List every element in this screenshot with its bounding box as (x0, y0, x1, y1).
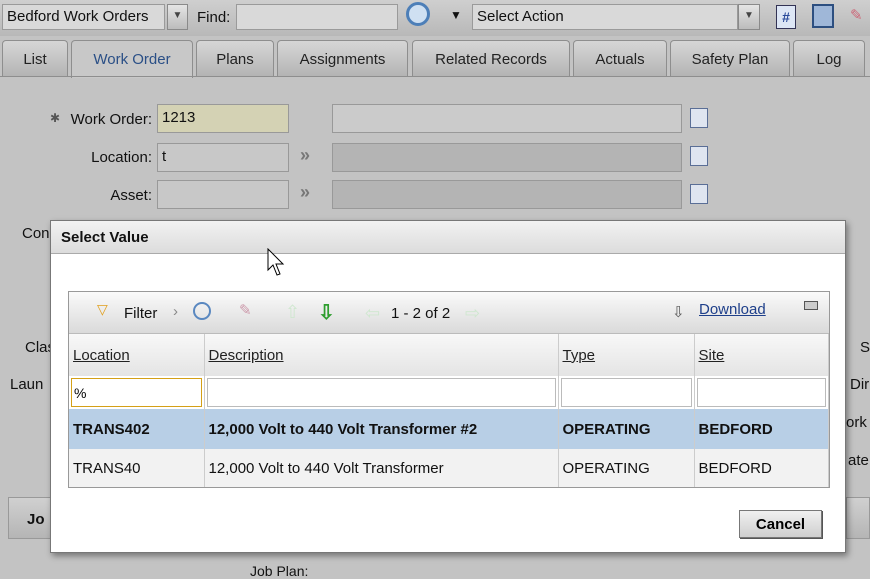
results-table: Location Description Type Site TRANS402 … (69, 334, 829, 487)
long-description-icon[interactable] (690, 108, 708, 128)
mouse-cursor-icon (267, 248, 285, 276)
tab-assignments[interactable]: Assignments (277, 40, 408, 77)
description-filter-input[interactable] (206, 378, 556, 407)
long-description-icon[interactable] (690, 184, 708, 204)
type-filter-input[interactable] (560, 378, 692, 407)
bg-label-fragment: Dir (850, 376, 870, 393)
cancel-button[interactable]: Cancel (739, 510, 822, 538)
tab-log[interactable]: Log (793, 40, 865, 77)
lookup-table: ▽ Filter › ✎ ⇧ ⇩ ⇦ 1 - 2 of 2 ⇨ ⇩ Downlo… (68, 291, 830, 488)
location-description (332, 143, 682, 172)
location-filter-input[interactable] (71, 378, 202, 407)
table-toolbar: ▽ Filter › ✎ ⇧ ⇩ ⇦ 1 - 2 of 2 ⇨ ⇩ Downlo… (69, 292, 829, 334)
tab-safety-plan[interactable]: Safety Plan (670, 40, 790, 77)
action-select[interactable]: Select Action (472, 4, 738, 30)
column-header-location[interactable]: Location (69, 334, 205, 376)
table-row[interactable]: TRANS40 12,000 Volt to 440 Volt Transfor… (69, 449, 829, 487)
search-icon[interactable] (406, 2, 430, 26)
previous-row-arrow-up-icon[interactable]: ⇧ (285, 302, 300, 323)
new-record-icon[interactable]: # (776, 5, 796, 29)
location-detail-chevron-icon[interactable]: » (300, 145, 310, 166)
top-toolbar: Bedford Work Orders ▼ Find: ▼ Select Act… (0, 0, 870, 36)
action-menu-icon[interactable]: ▼ (450, 8, 462, 22)
dialog-title: Select Value (51, 221, 845, 254)
work-order-input[interactable]: 1213 (157, 104, 289, 133)
location-input[interactable]: t (157, 143, 289, 172)
tab-actuals[interactable]: Actuals (573, 40, 667, 77)
find-label: Find: (197, 9, 231, 26)
long-description-icon[interactable] (690, 146, 708, 166)
select-value-dialog: Select Value ▽ Filter › ✎ ⇧ ⇩ ⇦ 1 - 2 of… (50, 220, 846, 553)
asset-description (332, 180, 682, 209)
bg-label-fragment: ork (846, 414, 867, 431)
filter-row (69, 376, 829, 409)
clear-changes-icon[interactable]: ✎ (850, 6, 870, 28)
tab-plans[interactable]: Plans (196, 40, 274, 77)
next-page-icon[interactable]: ⇨ (465, 303, 480, 324)
column-header-site[interactable]: Site (694, 334, 829, 376)
location-label: Location: (91, 149, 152, 166)
type-cell: OPERATING (558, 449, 695, 487)
tab-related-records[interactable]: Related Records (412, 40, 570, 77)
app-select-dropdown[interactable]: ▼ (167, 4, 188, 30)
asset-label: Asset: (110, 187, 152, 204)
download-icon[interactable]: ⇩ (672, 303, 685, 321)
site-cell: BEDFORD (694, 409, 829, 449)
job-plan-label: Job Plan: (250, 563, 309, 579)
minimize-icon[interactable] (804, 301, 818, 310)
description-cell: 12,000 Volt to 440 Volt Transformer (204, 449, 559, 487)
download-link[interactable]: Download (699, 301, 766, 318)
description-cell: 12,000 Volt to 440 Volt Transformer #2 (204, 409, 559, 449)
asset-detail-chevron-icon[interactable]: » (300, 182, 310, 203)
table-row[interactable]: TRANS402 12,000 Volt to 440 Volt Transfo… (69, 409, 829, 449)
bg-label-fragment: ate (848, 452, 869, 469)
column-header-description[interactable]: Description (204, 334, 559, 376)
save-icon[interactable] (812, 4, 834, 28)
table-header-row: Location Description Type Site (69, 334, 829, 376)
filter-button[interactable]: Filter (124, 305, 157, 322)
tab-work-order[interactable]: Work Order (71, 40, 193, 78)
tab-list[interactable]: List (2, 40, 68, 77)
find-input[interactable] (236, 4, 398, 30)
next-row-arrow-down-icon[interactable]: ⇩ (318, 300, 335, 325)
bg-label-fragment: Laun (10, 376, 44, 393)
app-select[interactable]: Bedford Work Orders (2, 4, 165, 30)
previous-page-icon[interactable]: ⇦ (365, 303, 380, 324)
location-cell[interactable]: TRANS402 (69, 409, 205, 449)
search-icon[interactable] (193, 302, 211, 320)
bg-label-fragment: Con (22, 225, 50, 242)
bg-label-fragment: Jo (27, 511, 45, 528)
bg-label-fragment: S (860, 339, 870, 356)
type-cell: OPERATING (558, 409, 695, 449)
work-order-description[interactable] (332, 104, 682, 133)
action-select-dropdown[interactable]: ▼ (738, 4, 760, 30)
asset-input[interactable] (157, 180, 289, 209)
column-header-type[interactable]: Type (558, 334, 695, 376)
chevron-right-icon: › (173, 303, 178, 320)
site-cell: BEDFORD (694, 449, 829, 487)
location-cell[interactable]: TRANS40 (69, 449, 205, 487)
pagination-label: 1 - 2 of 2 (391, 305, 451, 322)
tab-divider (0, 76, 870, 77)
filter-icon[interactable]: ▽ (97, 301, 108, 318)
work-order-label: Work Order: (70, 111, 152, 128)
clear-filter-icon[interactable]: ✎ (239, 301, 252, 319)
bg-section-header (846, 497, 870, 539)
site-filter-input[interactable] (696, 378, 826, 407)
